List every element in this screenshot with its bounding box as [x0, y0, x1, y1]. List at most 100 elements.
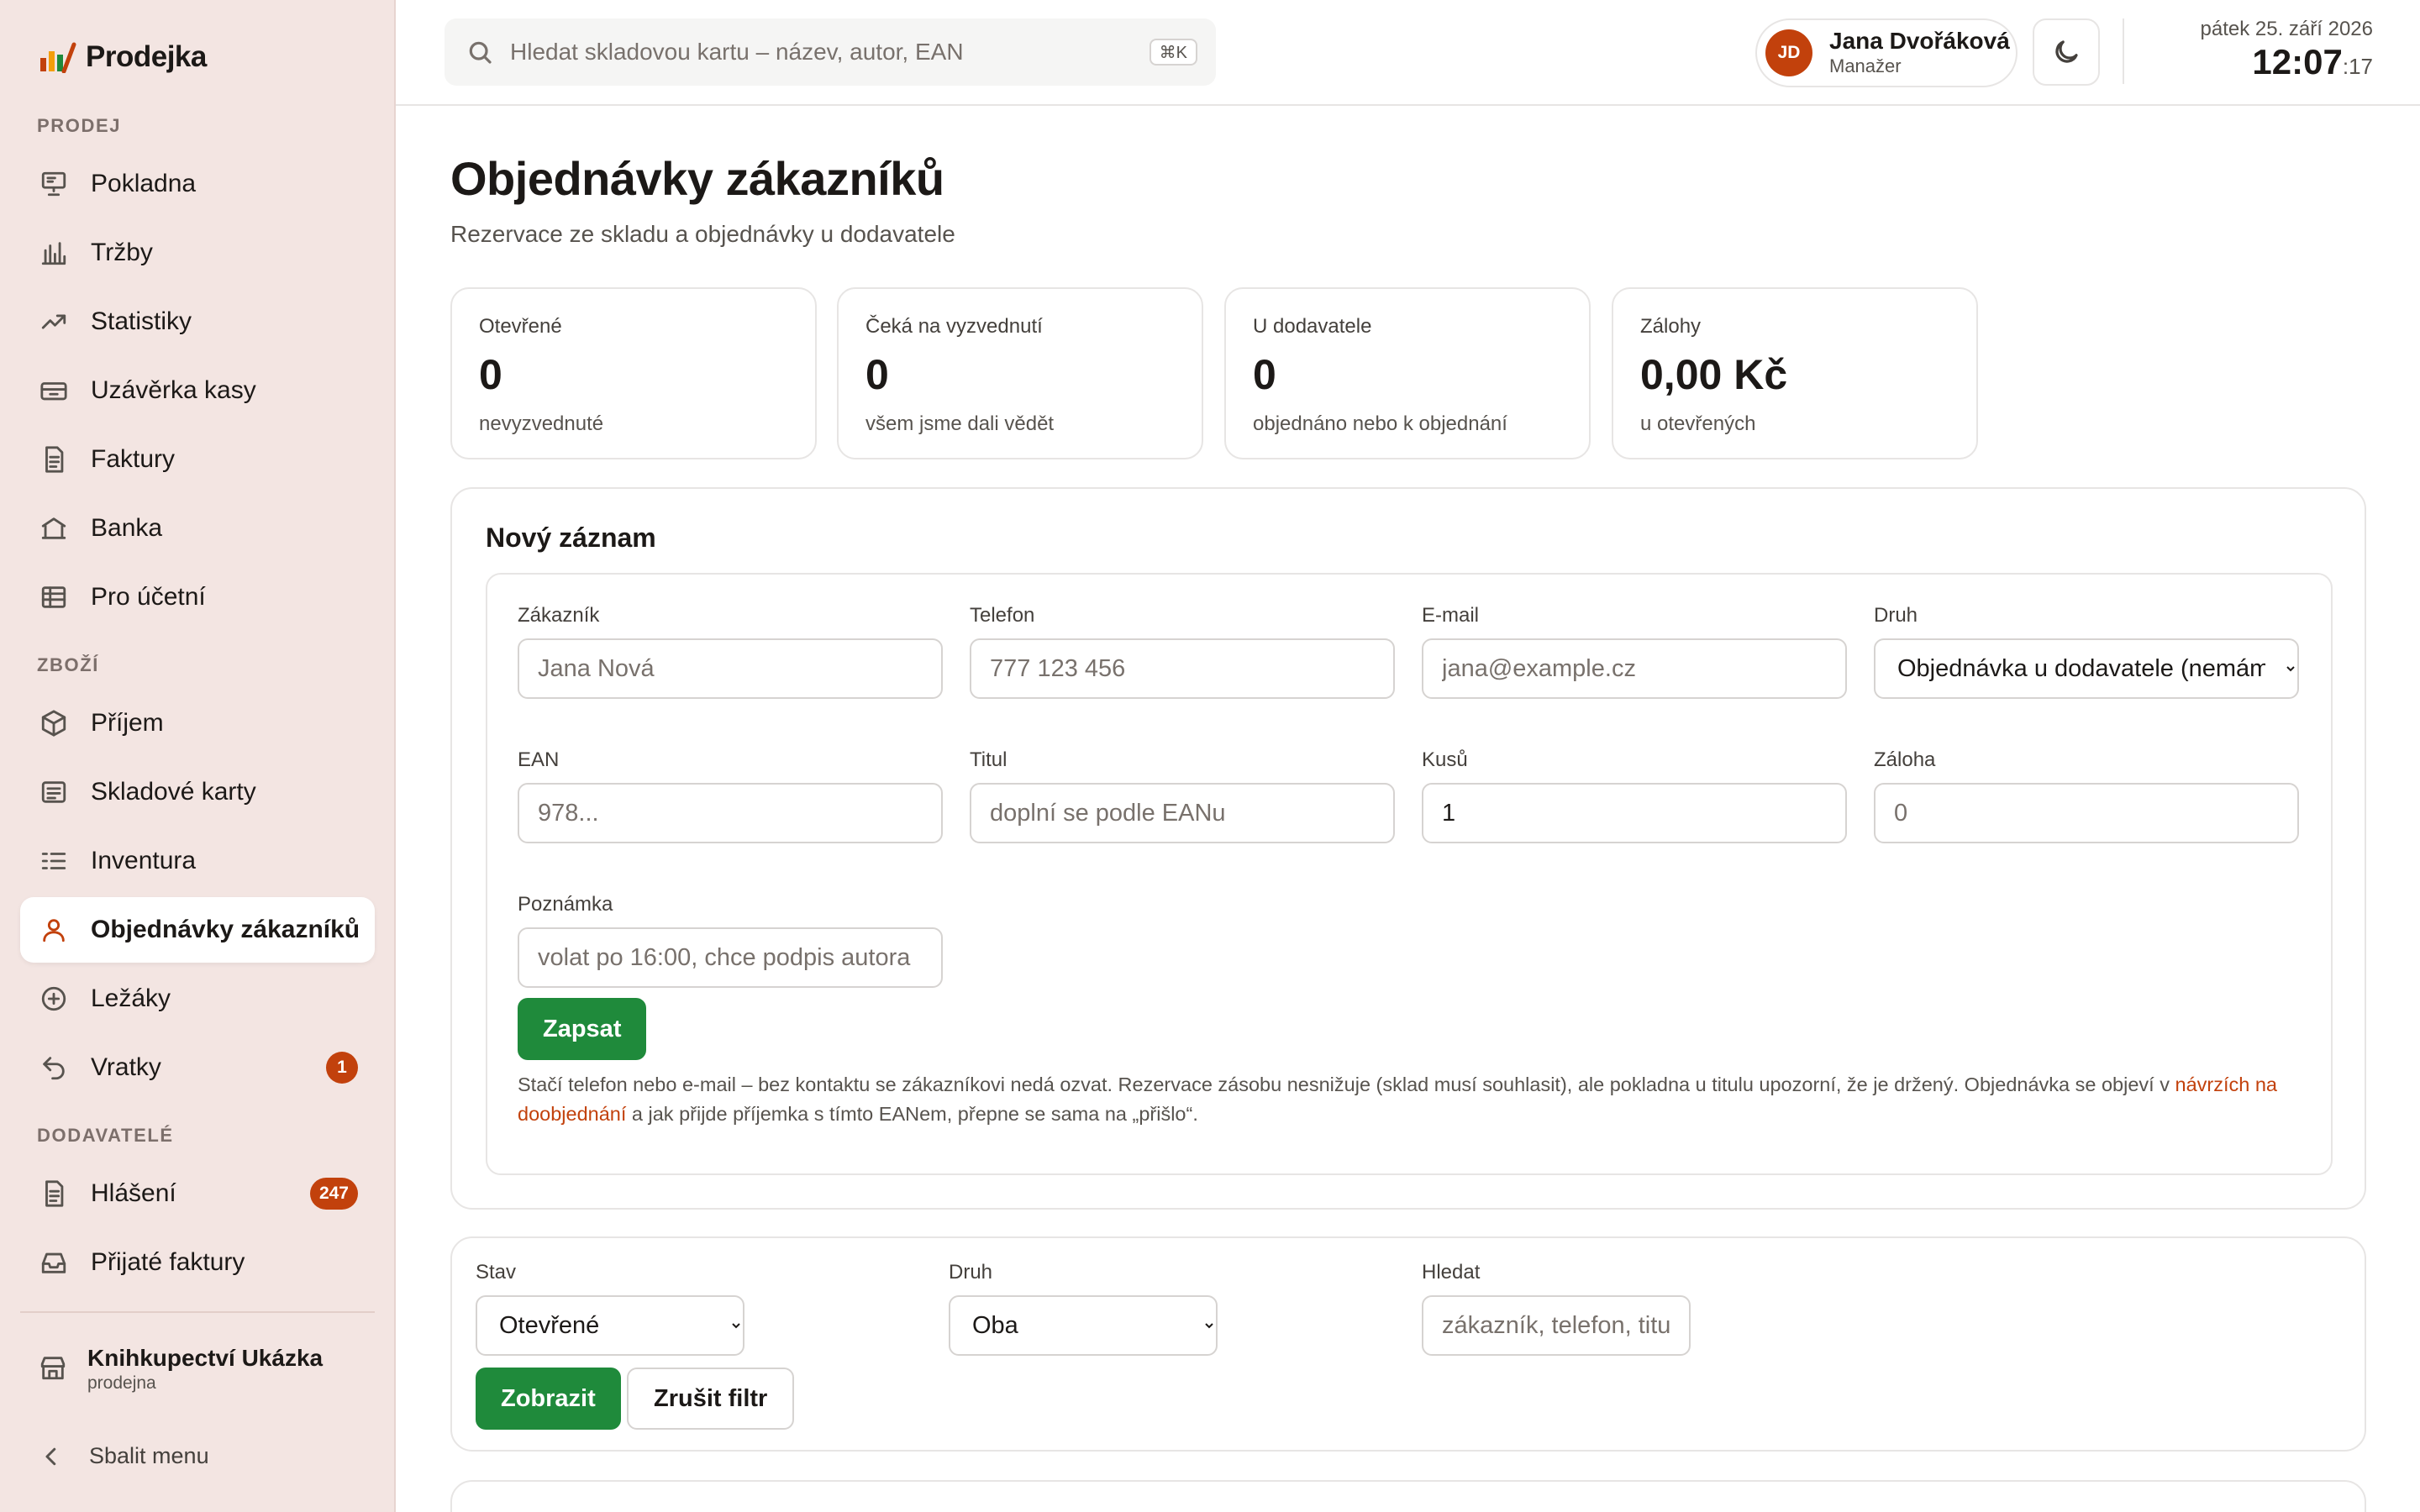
page-title: Objednávky zákazníků	[450, 152, 944, 205]
note-label: Poznámka	[518, 893, 613, 916]
kind-select[interactable]: Objednávka u dodavatele (nemáme skladem)	[1874, 638, 2299, 699]
orders-list-panel	[450, 1480, 2366, 1512]
phone-field: Telefon	[970, 603, 1395, 699]
stat-card-open: Otevřené 0 nevyzvednuté	[450, 287, 817, 459]
status-filter-select[interactable]: Otevřené	[476, 1295, 744, 1356]
submit-button[interactable]: Zapsat	[518, 998, 647, 1060]
sidebar-item-skladove-karty[interactable]: Skladové karty	[20, 759, 375, 825]
search-box[interactable]: ⌘K	[445, 18, 1216, 86]
email-label: E-mail	[1422, 604, 1480, 627]
sidebar-item-inventura[interactable]: Inventura	[20, 828, 375, 894]
sidebar-item-trzby[interactable]: Tržby	[20, 220, 375, 286]
sidebar-item-prijem[interactable]: Příjem	[20, 690, 375, 756]
stat-hint: všem jsme dali vědět	[865, 412, 1055, 435]
trend-icon	[39, 307, 69, 337]
sidebar-item-label: Příjem	[91, 709, 164, 737]
customer-label: Zákazník	[518, 604, 600, 627]
kind-filter-field: Druh Oba	[949, 1260, 1218, 1356]
page-subtitle: Rezervace ze skladu a objednávky u dodav…	[450, 221, 955, 247]
ean-input[interactable]	[518, 783, 943, 843]
section-goods: ZBOŽÍ	[37, 654, 99, 675]
sidebar-item-label: Pro účetní	[91, 583, 206, 611]
reset-filter-button[interactable]: Zrušit filtr	[627, 1368, 795, 1430]
filter-panel: Stav Otevřené Druh Oba Hledat Zobrazit Z…	[450, 1236, 2366, 1452]
sidebar-item-pro-ucetni[interactable]: Pro účetní	[20, 564, 375, 630]
sidebar-item-objednavky-zakazniku[interactable]: Objednávky zákazníků	[20, 897, 375, 963]
status-filter-label: Stav	[476, 1261, 517, 1284]
theme-toggle-button[interactable]	[2033, 18, 2100, 86]
phone-input[interactable]	[970, 638, 1395, 699]
show-button[interactable]: Zobrazit	[476, 1368, 621, 1430]
store-icon	[39, 1353, 67, 1386]
qty-input[interactable]	[1422, 783, 1847, 843]
kind-field: Druh Objednávka u dodavatele (nemáme skl…	[1874, 603, 2299, 699]
title-field: Titul	[970, 748, 1395, 843]
email-input[interactable]	[1422, 638, 1847, 699]
hlaseni-count-badge: 247	[309, 1178, 358, 1210]
checklist-icon	[39, 846, 69, 876]
moon-icon	[2055, 40, 2078, 63]
stat-label: Zálohy	[1640, 315, 1702, 338]
clock-hours-minutes: 12:07	[2252, 42, 2343, 81]
sidebar-item-hlaseni[interactable]: Hlášení 247	[20, 1161, 375, 1226]
note-input[interactable]	[518, 927, 943, 988]
new-record-panel: Nový záznam Zákazník Telefon E-mail Druh…	[450, 487, 2366, 1210]
clock-seconds: :17	[2342, 54, 2373, 79]
deposit-label: Záloha	[1874, 748, 1936, 771]
search-filter-input[interactable]	[1422, 1295, 1691, 1356]
ean-label: EAN	[518, 748, 560, 771]
title-input[interactable]	[970, 783, 1395, 843]
deposit-field: Záloha	[1874, 748, 2299, 843]
stat-hint: u otevřených	[1640, 412, 1756, 435]
sidebar-item-label: Faktury	[91, 445, 176, 473]
cash-register-icon	[39, 169, 69, 199]
user-name: Jana Dvořáková	[1829, 28, 2010, 54]
sidebar-item-lezaky[interactable]: Ležáky	[20, 966, 375, 1032]
brand[interactable]: Prodejka	[39, 39, 207, 76]
stat-hint: objednáno nebo k objednání	[1253, 412, 1507, 435]
search-input[interactable]	[510, 39, 1115, 66]
sidebar-item-uzaverka-kasy[interactable]: Uzávěrka kasy	[20, 358, 375, 423]
customer-input[interactable]	[518, 638, 943, 699]
sidebar-item-statistiky[interactable]: Statistiky	[20, 289, 375, 354]
cash-drawer-icon	[39, 375, 69, 406]
sidebar-item-label: Objednávky zákazníků	[91, 916, 360, 943]
collapse-menu-label: Sbalit menu	[89, 1443, 209, 1468]
chevron-left-icon	[45, 1447, 56, 1465]
store-switcher[interactable]: Knihkupectví Ukázka prodejna	[39, 1344, 323, 1394]
stat-card-awaiting-pickup: Čeká na vyzvednutí 0 všem jsme dali vědě…	[837, 287, 1203, 459]
kind-label: Druh	[1874, 604, 1918, 627]
new-record-form: Zákazník Telefon E-mail Druh Objednávka …	[486, 573, 2333, 1175]
clock-date: pátek 25. září 2026	[2200, 18, 2373, 40]
stat-value: 0	[1253, 351, 1276, 398]
stat-hint: nevyzvednuté	[479, 412, 604, 435]
table-icon	[39, 582, 69, 612]
box-icon	[39, 708, 69, 738]
search-filter-label: Hledat	[1422, 1261, 1481, 1284]
sidebar-item-pokladna[interactable]: Pokladna	[20, 151, 375, 217]
help-text: Stačí telefon nebo e-mail – bez kontaktu…	[518, 1070, 2307, 1129]
sidebar-divider	[20, 1311, 375, 1313]
sidebar-item-prijate-faktury[interactable]: Přijaté faktury	[20, 1230, 375, 1295]
inbox-icon	[39, 1247, 69, 1278]
kind-filter-select[interactable]: Oba	[949, 1295, 1218, 1356]
sidebar-item-vratky[interactable]: Vratky 1	[20, 1035, 375, 1100]
topbar: ⌘K JD Jana Dvořáková Manažer pátek 25. z…	[396, 0, 2420, 106]
sidebar-item-label: Pokladna	[91, 170, 197, 197]
deposit-input[interactable]	[1874, 783, 2299, 843]
logo-icon	[40, 42, 76, 73]
user-menu[interactable]: JD Jana Dvořáková Manažer	[1755, 18, 2018, 87]
bar-chart-icon	[39, 238, 69, 268]
sidebar-item-banka[interactable]: Banka	[20, 496, 375, 561]
stat-label: Otevřené	[479, 315, 562, 338]
document-icon	[39, 444, 69, 475]
sidebar-item-faktury[interactable]: Faktury	[20, 427, 375, 492]
ean-field: EAN	[518, 748, 943, 843]
qty-label: Kusů	[1422, 748, 1468, 771]
search-filter-field: Hledat	[1422, 1260, 1691, 1356]
sidebar-item-label: Tržby	[91, 239, 153, 266]
stat-label: Čeká na vyzvednutí	[865, 315, 1043, 338]
collapse-menu-button[interactable]: Sbalit menu	[39, 1443, 209, 1469]
help-text-part1: Stačí telefon nebo e-mail – bez kontaktu…	[518, 1074, 2175, 1095]
stat-card-deposits: Zálohy 0,00 Kč u otevřených	[1612, 287, 1978, 459]
